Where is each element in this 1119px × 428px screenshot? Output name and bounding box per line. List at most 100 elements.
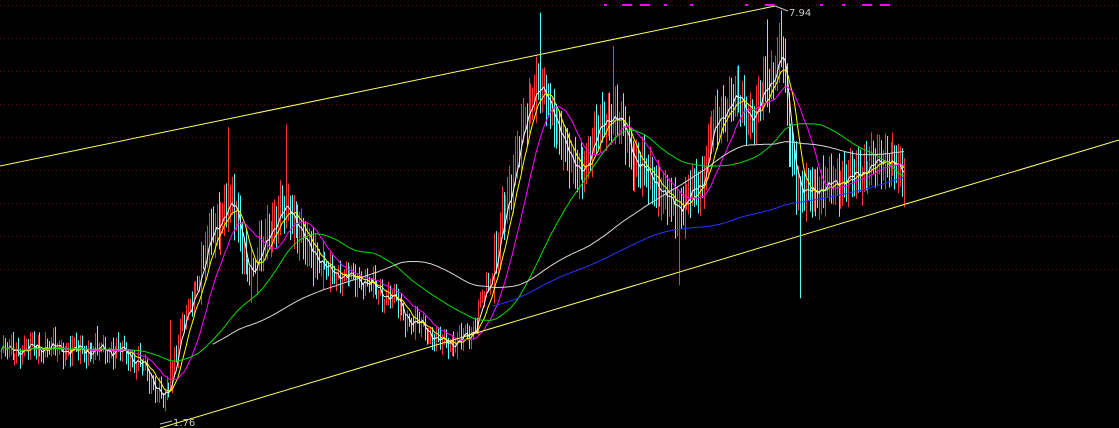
candle-body <box>153 382 154 385</box>
top-marks <box>604 4 890 6</box>
candle-body <box>299 233 300 240</box>
candle-body <box>715 115 716 123</box>
candle-body <box>486 277 487 292</box>
candle-body <box>400 304 401 316</box>
candle-body <box>563 142 564 150</box>
candle-body <box>138 353 139 367</box>
candle-body <box>504 210 505 218</box>
candle-body <box>636 162 637 166</box>
candle-body <box>434 341 435 345</box>
candle-body <box>65 353 66 361</box>
ma20-line <box>0 85 905 381</box>
candle-body <box>713 118 714 130</box>
candle-body <box>305 240 306 251</box>
candle-body <box>858 169 859 172</box>
candle-body <box>546 87 547 105</box>
candle-body <box>790 146 791 152</box>
candle-body <box>190 302 191 308</box>
candle-body <box>417 311 418 319</box>
candle-body <box>873 158 874 164</box>
candle-body <box>532 99 533 101</box>
candle-body <box>14 356 15 359</box>
candle-body <box>274 219 275 225</box>
candle-body <box>213 229 214 233</box>
candle-body <box>180 326 181 342</box>
candle-body <box>398 292 399 312</box>
candle-body <box>24 343 25 349</box>
candle-body <box>608 111 609 122</box>
candle-body <box>188 304 189 313</box>
candle-body <box>450 345 451 348</box>
candle-body <box>711 130 712 138</box>
candle-body <box>292 213 293 225</box>
candle-body <box>232 198 233 200</box>
candle-body <box>769 89 770 91</box>
top-mark <box>664 4 667 6</box>
candle-body <box>151 380 152 388</box>
candle-body <box>342 278 343 290</box>
candle-body <box>804 194 805 200</box>
candle-body <box>195 285 196 290</box>
candle-body <box>222 214 223 221</box>
candle-body <box>478 303 479 331</box>
candle-body <box>163 397 164 402</box>
candle-body <box>775 71 776 75</box>
candle-body <box>850 168 851 170</box>
top-mark <box>765 4 775 6</box>
candle-body <box>710 139 711 143</box>
candle-body <box>288 203 289 206</box>
candle-body <box>669 200 670 204</box>
candle-body <box>852 172 853 176</box>
candle-body <box>224 202 225 214</box>
candle-body <box>236 211 237 222</box>
candle-body <box>509 187 510 202</box>
candle-body <box>496 252 497 259</box>
candle-body <box>149 373 150 387</box>
candle-body <box>723 107 724 114</box>
candle-body <box>43 354 44 356</box>
candle-body <box>619 122 620 124</box>
candle-body <box>276 216 277 227</box>
candle-body <box>569 155 570 167</box>
candle-body <box>38 342 39 357</box>
candle-body <box>588 157 589 159</box>
candle-body <box>887 153 888 163</box>
candle-body <box>321 269 322 271</box>
candle-body <box>881 152 882 168</box>
trend-channel <box>0 5 1119 428</box>
candle-body <box>41 353 42 357</box>
candle-body <box>746 111 747 125</box>
candle-body <box>282 201 283 206</box>
candle-body <box>488 280 489 287</box>
candle-body <box>249 270 250 281</box>
top-mark <box>880 4 890 6</box>
candle-body <box>313 250 314 264</box>
candle-body <box>467 330 468 332</box>
candle-body <box>244 250 245 254</box>
candle-body <box>176 349 177 358</box>
candle-body <box>771 72 772 89</box>
candle-body <box>685 196 686 217</box>
candle-body <box>708 138 709 158</box>
top-mark <box>842 4 845 6</box>
top-mark <box>604 4 607 6</box>
candle-body <box>615 108 616 122</box>
candle-body <box>694 182 695 185</box>
ma5-line <box>0 56 905 395</box>
candle-body <box>864 165 865 179</box>
candle-body <box>315 253 316 267</box>
candle-body <box>74 341 75 346</box>
candle-body <box>182 316 183 324</box>
candle-body <box>436 332 437 348</box>
candle-body <box>86 353 87 362</box>
candle-body <box>700 179 701 197</box>
candle-body <box>702 175 703 184</box>
candle-body <box>507 198 508 203</box>
candle-body <box>671 198 672 200</box>
candle-body <box>57 350 58 354</box>
candle-body <box>442 341 443 349</box>
candle-body <box>220 222 221 235</box>
candle-body <box>84 353 85 356</box>
candle-body <box>205 253 206 262</box>
candle-body <box>765 75 766 85</box>
